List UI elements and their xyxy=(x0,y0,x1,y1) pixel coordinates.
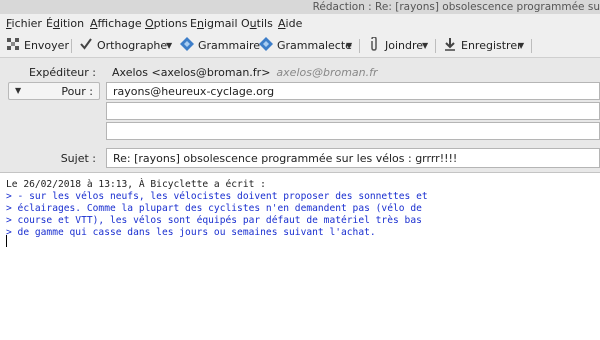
menu-options[interactable]: Options xyxy=(145,14,187,34)
from-alias: axelos@broman.fr xyxy=(276,66,378,79)
quoted-line: > course et VTT), les vélos sont équipés… xyxy=(6,215,422,226)
grammalecte-button[interactable]: Grammalecte xyxy=(259,37,352,55)
chevron-down-icon: ▼ xyxy=(15,86,22,95)
grammalecte-dropdown-chevron-down-icon[interactable]: ▼ xyxy=(346,37,352,55)
grammalecte-diamond-icon xyxy=(259,37,273,51)
menu-aide[interactable]: Aide xyxy=(278,14,302,34)
spelling-dropdown-chevron-down-icon[interactable]: ▼ xyxy=(166,37,172,55)
toolbar-separator xyxy=(71,39,72,53)
quoted-line: > - sur les vélos neufs, les vélocistes … xyxy=(6,191,428,202)
text-cursor xyxy=(6,235,7,247)
menu-outils[interactable]: Outils xyxy=(241,14,273,34)
attach-dropdown-chevron-down-icon[interactable]: ▼ xyxy=(422,37,428,55)
checkmark-icon xyxy=(80,38,92,50)
subject-label: Sujet : xyxy=(60,152,96,165)
save-label: Enregistrer xyxy=(461,39,522,52)
quoted-line: > éclairages. Comme la plupart des cycli… xyxy=(6,203,422,214)
to-field[interactable]: rayons@heureux-cyclage.org xyxy=(106,82,600,100)
recipient-field-empty[interactable] xyxy=(106,122,600,140)
window-title: Rédaction : Re: [rayons] obsolescence pr… xyxy=(312,1,600,13)
send-label: Envoyer xyxy=(24,39,69,52)
compose-toolbar: Envoyer Orthographe ▼ Grammaire Grammale… xyxy=(0,34,600,58)
menu-affichage[interactable]: Affichage xyxy=(90,14,142,34)
spelling-label: Orthographe xyxy=(97,39,168,52)
menu-bar: Fichier Édition Affichage Options Enigma… xyxy=(0,14,600,34)
menu-fichier[interactable]: Fichier xyxy=(6,14,42,34)
window-titlebar: Rédaction : Re: [rayons] obsolescence pr… xyxy=(0,0,600,14)
paperclip-icon xyxy=(371,37,377,51)
menu-enigmail[interactable]: Enigmail xyxy=(190,14,238,34)
menu-edition[interactable]: Édition xyxy=(46,14,84,34)
compose-header: Expéditeur : Axelos <axelos@broman.fr> ax… xyxy=(0,58,600,172)
reply-attribution: Le 26/02/2018 à 13:13, À Bicyclette a éc… xyxy=(6,179,266,190)
recipient-type-select[interactable]: ▼ Pour : xyxy=(8,82,100,100)
toolbar-separator xyxy=(531,39,532,53)
from-value: Axelos <axelos@broman.fr> xyxy=(112,66,271,79)
save-button[interactable]: Enregistrer xyxy=(443,37,522,55)
from-identity[interactable]: Axelos <axelos@broman.fr> axelos@broman.f… xyxy=(112,66,378,79)
grammalecte-label: Grammalecte xyxy=(277,39,352,52)
spelling-button[interactable]: Orthographe xyxy=(79,37,167,55)
quoted-line: > de gamme qui casse dans les jours ou s… xyxy=(6,227,376,238)
download-arrow-icon xyxy=(445,38,455,51)
send-button[interactable]: Envoyer xyxy=(6,37,69,55)
grammar-label: Grammaire xyxy=(198,39,261,52)
attach-button[interactable]: Joindre xyxy=(367,37,423,55)
save-dropdown-chevron-down-icon[interactable]: ▼ xyxy=(518,37,524,55)
recipient-field-empty[interactable] xyxy=(106,102,600,120)
recipient-type-label: Pour : xyxy=(61,85,93,98)
grammar-diamond-icon xyxy=(180,37,194,51)
toolbar-separator xyxy=(435,39,436,53)
attach-label: Joindre xyxy=(385,39,424,52)
to-address: rayons@heureux-cyclage.org xyxy=(113,85,275,98)
grammar-button[interactable]: Grammaire xyxy=(180,37,260,55)
subject-text: Re: [rayons] obsolescence programmée sur… xyxy=(113,152,458,165)
subject-input[interactable]: Re: [rayons] obsolescence programmée sur… xyxy=(106,148,600,168)
message-body-editor[interactable]: Le 26/02/2018 à 13:13, À Bicyclette a éc… xyxy=(0,172,600,340)
send-icon xyxy=(7,38,19,50)
from-label: Expéditeur : xyxy=(28,66,96,79)
toolbar-separator xyxy=(359,39,360,53)
